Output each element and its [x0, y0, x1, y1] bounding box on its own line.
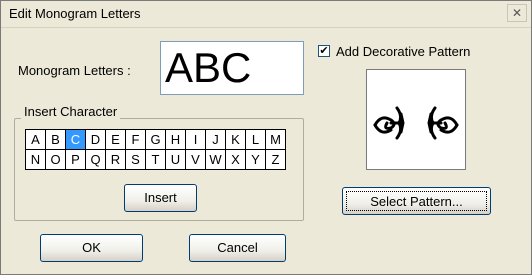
- title-bar: Edit Monogram Letters ✕: [1, 1, 531, 28]
- char-cell-k[interactable]: K: [226, 130, 246, 150]
- char-cell-l[interactable]: L: [246, 130, 266, 150]
- char-cell-d[interactable]: D: [86, 130, 106, 150]
- cancel-button[interactable]: Cancel: [189, 234, 286, 262]
- monogram-letters-input[interactable]: ABC: [160, 41, 304, 95]
- insert-button[interactable]: Insert: [124, 184, 197, 212]
- char-cell-f[interactable]: F: [126, 130, 146, 150]
- char-cell-o[interactable]: O: [46, 150, 66, 170]
- char-cell-w[interactable]: W: [206, 150, 226, 170]
- select-pattern-button-label: Select Pattern...: [346, 191, 487, 211]
- char-cell-g[interactable]: G: [146, 130, 166, 150]
- char-cell-u[interactable]: U: [166, 150, 186, 170]
- char-cell-s[interactable]: S: [126, 150, 146, 170]
- ok-button[interactable]: OK: [40, 234, 143, 262]
- window-title: Edit Monogram Letters: [9, 6, 141, 21]
- char-cell-c[interactable]: C: [66, 130, 86, 150]
- char-cell-a[interactable]: A: [26, 130, 46, 150]
- decorative-pattern-image: [373, 106, 459, 140]
- character-grid: ABCDEFGHIJKLM NOPQRSTUVWXYZ: [25, 129, 286, 170]
- edit-monogram-dialog: Edit Monogram Letters ✕ Monogram Letters…: [0, 0, 532, 275]
- add-decorative-pattern-label[interactable]: Add Decorative Pattern: [336, 44, 470, 59]
- char-cell-e[interactable]: E: [106, 130, 126, 150]
- char-cell-x[interactable]: X: [226, 150, 246, 170]
- char-cell-m[interactable]: M: [266, 130, 286, 150]
- char-cell-p[interactable]: P: [66, 150, 86, 170]
- char-cell-b[interactable]: B: [46, 130, 66, 150]
- close-icon[interactable]: ✕: [507, 4, 527, 22]
- char-cell-t[interactable]: T: [146, 150, 166, 170]
- insert-character-group-title: Insert Character: [21, 104, 121, 119]
- char-cell-z[interactable]: Z: [266, 150, 286, 170]
- decorative-pattern-preview: [366, 69, 466, 170]
- monogram-letters-label: Monogram Letters :: [18, 63, 131, 78]
- char-cell-y[interactable]: Y: [246, 150, 266, 170]
- char-cell-n[interactable]: N: [26, 150, 46, 170]
- char-cell-j[interactable]: J: [206, 130, 226, 150]
- char-cell-h[interactable]: H: [166, 130, 186, 150]
- add-decorative-pattern-checkbox[interactable]: ✔: [318, 45, 330, 57]
- char-cell-v[interactable]: V: [186, 150, 206, 170]
- char-cell-q[interactable]: Q: [86, 150, 106, 170]
- char-cell-i[interactable]: I: [186, 130, 206, 150]
- char-cell-r[interactable]: R: [106, 150, 126, 170]
- select-pattern-button[interactable]: Select Pattern...: [342, 187, 491, 215]
